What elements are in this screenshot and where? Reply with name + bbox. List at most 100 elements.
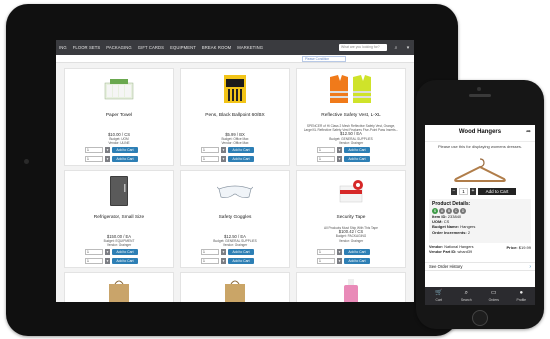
product-image-pens[interactable] (181, 69, 289, 109)
add-to-cart-button[interactable]: Add to Cart (344, 258, 370, 264)
product-image-hand-soap[interactable] (297, 273, 405, 302)
quantity-stepper[interactable]: ▾ (105, 147, 110, 153)
product-image-kraft-bag[interactable] (181, 273, 289, 302)
quantity-input[interactable]: 1 (459, 188, 468, 195)
home-button[interactable] (472, 310, 488, 326)
product-image-security-tape[interactable] (297, 171, 405, 211)
quantity-stepper[interactable]: ▾ (105, 156, 110, 162)
phone-device: Wood Hangers ➦ Please use this for displ… (416, 80, 544, 329)
truck-icon: ▭ (490, 290, 497, 296)
nav-item-floor-sets[interactable]: FLOOR SETS (73, 45, 101, 50)
product-card[interactable]: Security Tape All Products Must Ship Wit… (296, 170, 406, 268)
filter-bar: Please Condition (56, 55, 414, 63)
quantity-input[interactable]: 1 (317, 147, 335, 153)
order-history-link[interactable]: See Order History › (425, 262, 535, 271)
quantity-row: − 1 + Add to Cart (451, 188, 516, 195)
quantity-input[interactable]: 1 (85, 147, 103, 153)
quantity-input[interactable]: 1 (201, 156, 219, 162)
nav-item-gift-cards[interactable]: GIFT CARDS (138, 45, 164, 50)
nav-item-break-room[interactable]: BREAK ROOM (202, 45, 231, 50)
add-to-cart-button[interactable]: Add to Cart (344, 156, 370, 162)
increment-button[interactable]: + (470, 188, 476, 195)
quantity-stepper[interactable]: ▾ (337, 147, 342, 153)
details-heading: Product Details: (432, 201, 471, 207)
product-vendor: Vendor: Office Max (221, 141, 249, 146)
product-image-kraft-bag[interactable] (65, 273, 173, 302)
quantity-input[interactable]: 1 (85, 258, 103, 264)
quantity-stepper[interactable]: ▾ (221, 249, 226, 255)
add-to-cart-button[interactable]: Add to Cart (228, 258, 254, 264)
chevron-right-icon: › (529, 264, 531, 270)
product-card[interactable]: Refrigerator, Small Size $150.00 / EA Bu… (64, 170, 174, 268)
quantity-stepper[interactable]: ▾ (221, 258, 226, 264)
product-title[interactable]: Security Tape (297, 215, 405, 220)
nav-item-packaging[interactable]: PACKAGING (106, 45, 132, 50)
search-icon[interactable]: ⌕ (393, 45, 399, 51)
product-card[interactable] (180, 272, 290, 302)
add-to-cart-button[interactable]: Add to Cart (112, 249, 138, 255)
price-info: Price: $19.99 (506, 245, 531, 250)
add-to-cart-button[interactable]: Add to Cart (228, 249, 254, 255)
quantity-stepper[interactable]: ▾ (337, 258, 342, 264)
cart-icon: 🛒 (435, 290, 443, 296)
quantity-input[interactable]: 1 (85, 156, 103, 162)
quantity-input[interactable]: 1 (317, 258, 335, 264)
nav-item-equipment[interactable]: EQUIPMENT (170, 45, 196, 50)
order-history-label: See Order History (429, 264, 463, 269)
product-grid: Paper Towel $10.00 / CS Budget: UOM Vend… (64, 68, 406, 302)
condition-select[interactable]: Please Condition (302, 56, 346, 62)
quantity-input[interactable]: 1 (85, 249, 103, 255)
tablet-camera (24, 159, 29, 164)
product-card[interactable] (296, 272, 406, 302)
product-title[interactable]: Pens, Black Ballpoint 60/BX (181, 113, 289, 118)
product-card[interactable]: Reflective Safety Vest, L-XL SPENCER of … (296, 68, 406, 166)
quantity-input[interactable]: 1 (201, 147, 219, 153)
nav-item-0[interactable]: ING (59, 45, 67, 50)
product-card[interactable] (64, 272, 174, 302)
product-image-safety-goggles[interactable] (181, 171, 289, 211)
product-vendor: Vendor: Grainger (338, 238, 364, 243)
quantity-stepper[interactable]: ▾ (221, 147, 226, 153)
tab-cart[interactable]: 🛒 Cart (425, 287, 453, 305)
quantity-input[interactable]: 1 (317, 249, 335, 255)
product-title[interactable]: Reflective Safety Vest, L-XL (297, 113, 405, 118)
hanger-image (454, 158, 506, 182)
add-to-cart-button[interactable]: Add to Cart (344, 147, 370, 153)
tablet-device: ING FLOOR SETS PACKAGING GIFT CARDS EQUI… (6, 4, 458, 336)
add-to-cart-button[interactable]: Add to Cart (112, 258, 138, 264)
product-card[interactable]: Pens, Black Ballpoint 60/BX $5.99 / BX B… (180, 68, 290, 166)
decrement-button[interactable]: − (451, 188, 457, 195)
product-image-safety-vests[interactable] (297, 69, 405, 109)
quantity-input[interactable]: 1 (317, 156, 335, 162)
product-card[interactable]: Safety Goggles $12.50 / EA Budget: GENER… (180, 170, 290, 268)
quantity-stepper[interactable]: ▾ (221, 156, 226, 162)
tab-orders[interactable]: ▭ Orders (480, 287, 508, 305)
product-card[interactable]: Paper Towel $10.00 / CS Budget: UOM Vend… (64, 68, 174, 166)
add-to-cart-button[interactable]: Add to Cart (478, 188, 516, 195)
detail-order-increments: Order Increments: 2 (432, 229, 471, 235)
quantity-stepper[interactable]: ▾ (105, 249, 110, 255)
share-icon[interactable]: ➦ (526, 128, 531, 135)
quantity-stepper[interactable]: ▾ (337, 249, 342, 255)
nav-item-marketing[interactable]: MARKETING (237, 45, 263, 50)
add-to-cart-button[interactable]: Add to Cart (344, 249, 370, 255)
quantity-input[interactable]: 1 (201, 258, 219, 264)
tab-search[interactable]: ⌕ Search (453, 287, 481, 305)
product-image-paper-towel[interactable] (65, 69, 173, 109)
quantity-input[interactable]: 1 (201, 249, 219, 255)
product-title[interactable]: Safety Goggles (181, 215, 289, 220)
cart-icon[interactable]: ▾ (405, 45, 411, 51)
add-to-cart-button[interactable]: Add to Cart (112, 156, 138, 162)
product-header: Wood Hangers ➦ (425, 125, 535, 142)
quantity-stepper[interactable]: ▾ (337, 156, 342, 162)
add-to-cart-button[interactable]: Add to Cart (228, 147, 254, 153)
tab-profile[interactable]: ● Profile (508, 287, 536, 305)
product-title[interactable]: Refrigerator, Small Size (65, 215, 173, 220)
product-title: Wood Hangers (458, 129, 502, 135)
add-to-cart-button[interactable]: Add to Cart (228, 156, 254, 162)
product-image-refrigerator[interactable] (65, 171, 173, 211)
product-title[interactable]: Paper Towel (65, 113, 173, 118)
search-input[interactable]: What are you looking for? (339, 44, 387, 51)
quantity-stepper[interactable]: ▾ (105, 258, 110, 264)
add-to-cart-button[interactable]: Add to Cart (112, 147, 138, 153)
